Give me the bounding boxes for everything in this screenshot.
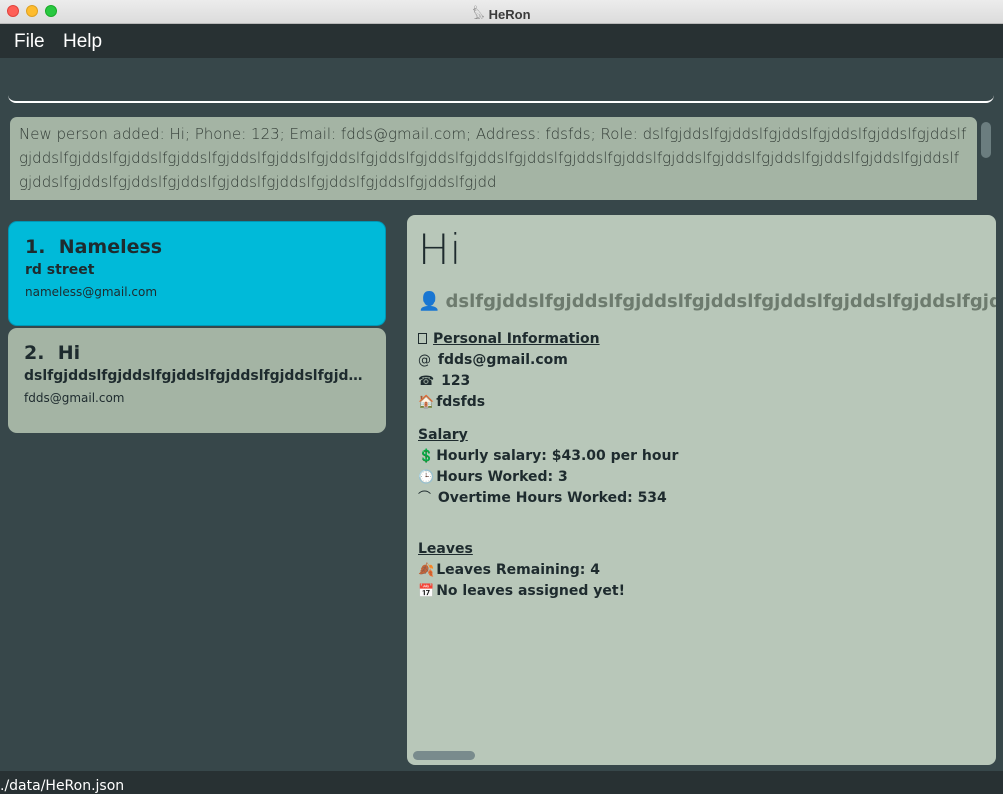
house-icon: 🏠: [418, 395, 435, 410]
person-card-name-text: Hi: [57, 342, 81, 364]
phone-value: 123: [441, 373, 471, 389]
overtime-line: ⌒ Overtime Hours Worked: 534: [418, 488, 985, 509]
person-card-role: dslfgjddslfgjddslfgjddslfgjddslfgjddslfg…: [24, 368, 370, 384]
person-card-name: 1. Nameless: [25, 236, 369, 258]
overtime-value: Overtime Hours Worked: 534: [437, 490, 667, 506]
overtime-icon: ⌒: [418, 491, 432, 506]
email-line: @ fdds@gmail.com: [418, 350, 985, 371]
leaf-icon: 🍂: [418, 563, 435, 578]
salary-heading: Salary: [418, 427, 468, 443]
status-bar: ./data/HeRon.json: [0, 771, 1003, 794]
leaves-heading: Leaves: [418, 541, 473, 557]
hours-worked-value: Hours Worked: 3: [436, 469, 568, 485]
hours-worked-line: 🕒 Hours Worked: 3: [418, 467, 985, 488]
window-title-text: HeRon: [488, 7, 531, 22]
phone-icon: ☎: [418, 374, 435, 389]
person-detail-panel: Hi 👤 dslfgjddslfgjddslfgjddslfgjddslfgjd…: [407, 215, 996, 765]
missing-glyph-icon: [418, 333, 427, 344]
personal-info-heading: Personal Information: [418, 329, 985, 350]
calendar-icon: 📅: [418, 584, 435, 599]
result-message: New person added: Hi; Phone: 123; Email:…: [19, 125, 967, 191]
at-icon: @: [418, 353, 431, 368]
person-card-name-text: Nameless: [58, 236, 163, 258]
command-input[interactable]: [8, 64, 994, 103]
personal-info-section: Personal Information @ fdds@gmail.com ☎ …: [418, 329, 985, 413]
hourly-salary-line: 💲 Hourly salary: $43.00 per hour: [418, 446, 985, 467]
person-card-selected[interactable]: 1. Nameless rd street nameless@gmail.com: [8, 221, 386, 326]
hourly-salary-value: Hourly salary: $43.00 per hour: [436, 448, 679, 464]
dollar-icon: 💲: [418, 449, 435, 464]
person-card-email: fdds@gmail.com: [24, 391, 125, 405]
phone-line: ☎ 123: [418, 371, 985, 392]
person-card[interactable]: 2. Hi dslfgjddslfgjddslfgjddslfgjddslfgj…: [8, 328, 386, 433]
no-leaves-line: 📅 No leaves assigned yet!: [418, 581, 985, 602]
menu-file[interactable]: File: [14, 31, 45, 53]
detail-role: dslfgjddslfgjddslfgjddslfgjddslfgjddslfg…: [445, 291, 996, 312]
detail-horizontal-scrollbar[interactable]: [413, 751, 475, 760]
leaves-remaining-value: Leaves Remaining: 4: [436, 562, 600, 578]
person-icon: 👤: [418, 291, 441, 312]
personal-info-title: Personal Information: [433, 331, 600, 347]
leaves-remaining-line: 🍂 Leaves Remaining: 4: [418, 560, 985, 581]
window-title: 𓅊 HeRon: [0, 3, 1003, 24]
address-value: fdsfds: [436, 394, 486, 410]
email-value: fdds@gmail.com: [437, 352, 568, 368]
result-scrollbar[interactable]: [981, 122, 991, 158]
salary-section: Salary 💲 Hourly salary: $43.00 per hour 🕒…: [418, 425, 985, 509]
data-file-path: ./data/HeRon.json: [0, 778, 125, 794]
person-card-index: 1.: [25, 236, 46, 258]
person-card-index: 2.: [24, 342, 45, 364]
detail-role-row: 👤 dslfgjddslfgjddslfgjddslfgjddslfgjddsl…: [418, 291, 996, 317]
person-card-role: rd street: [25, 262, 95, 278]
menu-help[interactable]: Help: [63, 31, 102, 53]
window-title-bar: 𓅊 HeRon: [0, 0, 1003, 24]
detail-name: Hi: [418, 225, 462, 274]
person-card-email: nameless@gmail.com: [25, 285, 158, 299]
heron-app-icon: 𓅊: [472, 7, 485, 22]
menu-bar: File Help: [0, 24, 1003, 58]
result-display[interactable]: New person added: Hi; Phone: 123; Email:…: [10, 117, 977, 200]
clock-icon: 🕒: [418, 470, 435, 485]
person-card-name: 2. Hi: [24, 342, 370, 364]
address-line: 🏠 fdsfds: [418, 392, 985, 413]
leaves-section: Leaves 🍂 Leaves Remaining: 4 📅 No leaves a…: [418, 539, 985, 602]
no-leaves-value: No leaves assigned yet!: [436, 583, 625, 599]
